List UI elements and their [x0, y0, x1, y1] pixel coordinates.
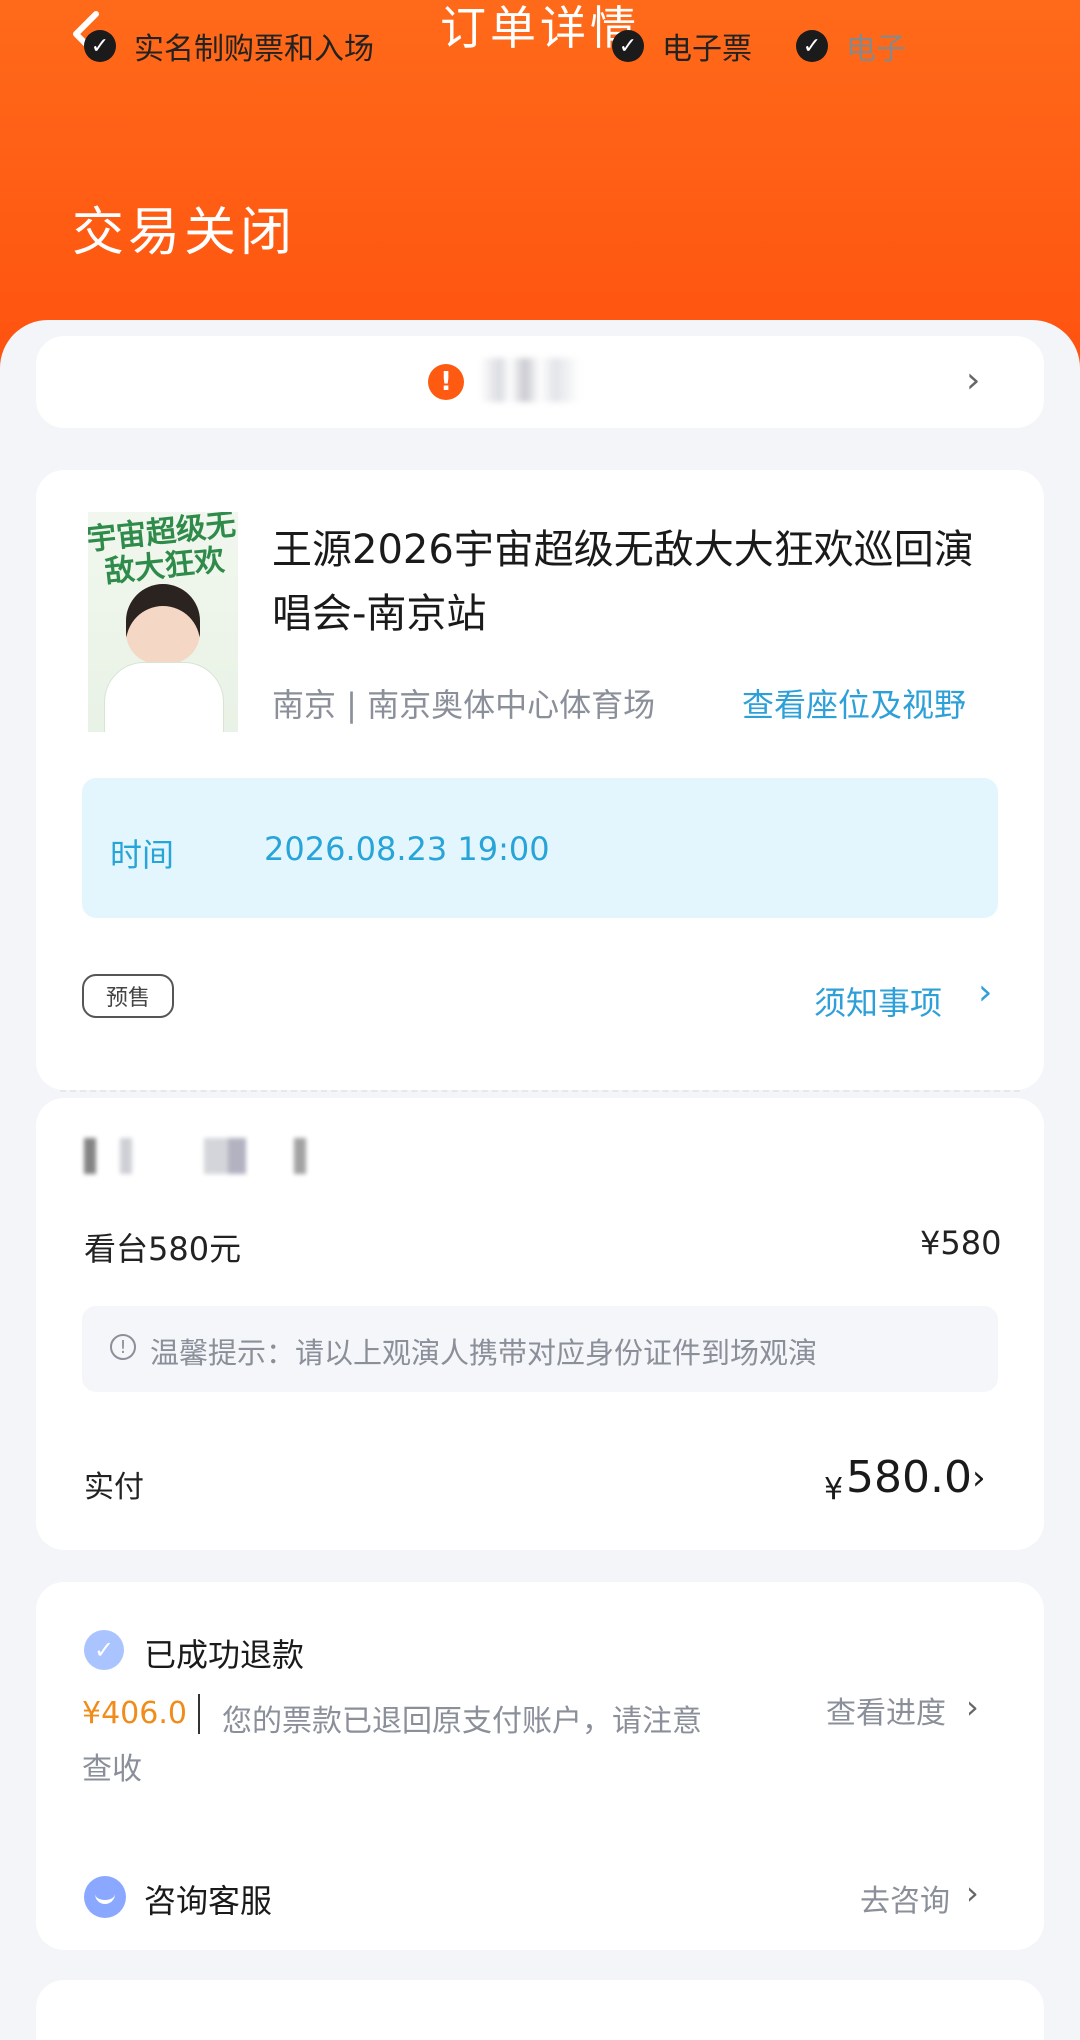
refund-amount: ¥406.0	[82, 1696, 187, 1731]
refund-progress-link[interactable]: 查看进度	[826, 1688, 946, 1732]
time-value: 2026.08.23 19:00	[264, 830, 550, 868]
check-circle-icon: ✓	[612, 30, 644, 62]
poster-portrait	[126, 584, 200, 664]
event-title[interactable]: 王源2026宇宙超级无敌大大狂欢巡回演唱会-南京站	[272, 518, 1002, 646]
paid-amount[interactable]: 580.0	[846, 1452, 972, 1503]
blurred-tag	[480, 358, 580, 402]
tag-label: 实名制购票和入场	[134, 32, 374, 67]
chevron-right-icon[interactable]: ›	[966, 360, 980, 401]
tag-e-ticket: ✓ 电子票	[612, 28, 752, 67]
tag-e-more: ✓ 电子	[796, 28, 906, 67]
chevron-right-icon[interactable]: ›	[978, 972, 992, 1013]
time-label: 时间	[110, 836, 175, 874]
event-venue: 南京 | 南京奥体中心体育场	[272, 686, 656, 724]
smile-icon	[84, 1876, 126, 1918]
support-title: 咨询客服	[144, 1882, 273, 1920]
order-status: 交易关闭	[72, 203, 297, 263]
refund-message-cont: 查收	[82, 1752, 142, 1787]
check-circle-icon: ✓	[84, 30, 116, 62]
tag-label: 电子	[846, 32, 906, 67]
paid-label: 实付	[84, 1470, 144, 1505]
ticket-price: ¥580	[920, 1224, 1002, 1262]
refund-title: 已成功退款	[144, 1636, 305, 1674]
chevron-right-icon[interactable]: ›	[972, 1458, 986, 1498]
info-icon: !	[110, 1334, 136, 1360]
divider	[198, 1694, 200, 1734]
poster-portrait-body	[104, 662, 224, 732]
poster-text: 宇宙超级无敌大狂欢	[88, 512, 238, 591]
notice-link[interactable]: 须知事项	[814, 978, 942, 1024]
next-card	[36, 1980, 1044, 2040]
tip-text: 温馨提示：请以上观演人携带对应身份证件到场观演	[150, 1336, 818, 1370]
presale-badge: 预售	[82, 974, 174, 1018]
event-poster[interactable]: 宇宙超级无敌大狂欢	[88, 512, 238, 732]
exclamation-icon: !	[428, 364, 464, 400]
divider	[60, 1090, 1020, 1092]
blurred-attendee	[84, 1138, 384, 1174]
support-link[interactable]: 去咨询	[860, 1876, 950, 1920]
paid-currency: ¥	[824, 1472, 844, 1507]
ticket-name: 看台580元	[84, 1230, 242, 1268]
seat-view-link[interactable]: 查看座位及视野	[742, 680, 966, 726]
refund-message: 您的票款已退回原支付账户，请注意	[222, 1704, 702, 1739]
check-circle-icon: ✓	[84, 1630, 124, 1670]
tag-label: 电子票	[662, 32, 752, 67]
check-circle-icon: ✓	[796, 30, 828, 62]
chevron-right-icon[interactable]: ›	[966, 1688, 979, 1726]
tag-real-name: ✓ 实名制购票和入场	[84, 28, 374, 67]
chevron-right-icon[interactable]: ›	[966, 1874, 979, 1912]
